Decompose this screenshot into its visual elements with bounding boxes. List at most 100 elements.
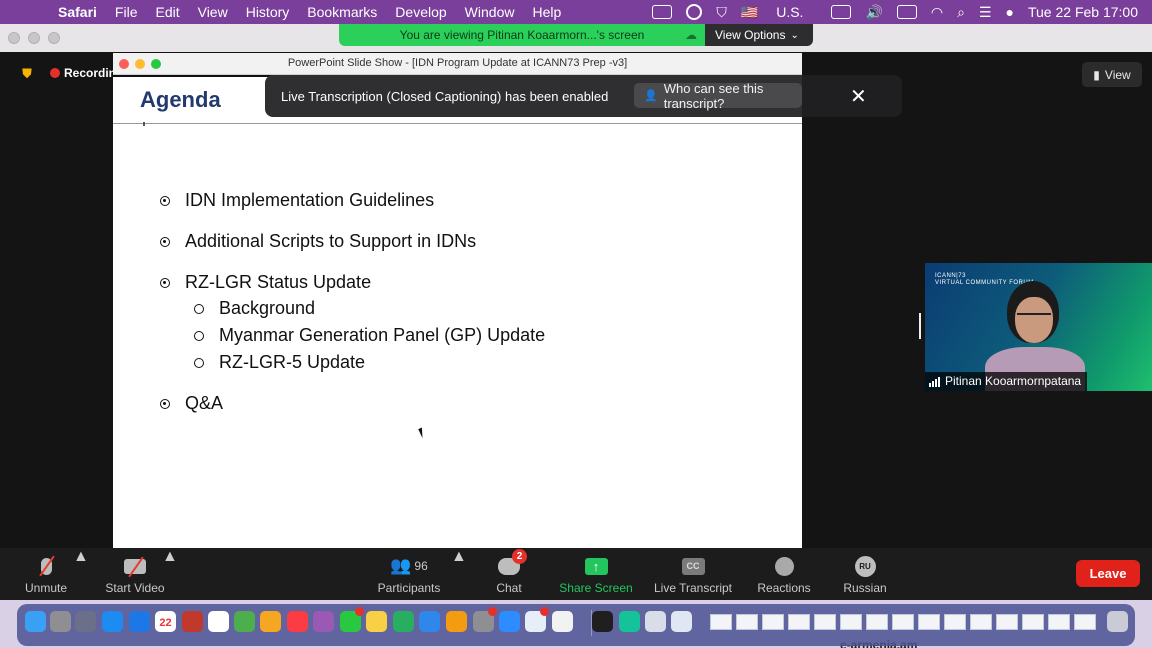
view-layout-button[interactable]: ▮ View [1082,62,1142,87]
window-zoom-button[interactable] [48,32,60,44]
share-screen-button[interactable]: ↑ Share Screen [557,548,635,600]
forum-logo-line1: ICANN|73 [935,273,966,279]
chat-button[interactable]: 2 Chat [490,548,528,600]
minimized-window-thumbnail[interactable] [736,614,758,630]
grammarly-icon[interactable] [619,611,640,632]
minimized-window-thumbnail[interactable] [1048,614,1070,630]
zoom-app-icon[interactable] [499,611,520,632]
speaker-video-tile[interactable]: ICANN|73 VIRTUAL COMMUNITY FORUM Pitinan… [925,263,1152,391]
agenda-item-text: Q&A [185,393,224,413]
who-can-see-label: Who can see this transcript? [663,80,764,111]
mission-control-icon[interactable] [75,611,96,632]
control-center-icon[interactable]: ☰ [979,4,992,21]
finder-icon[interactable] [25,611,46,632]
minimized-window-thumbnail[interactable] [840,614,862,630]
menu-help[interactable]: Help [532,4,561,20]
dock-badge-icon [488,607,497,616]
input-source-menu[interactable]: 🇺🇸 U.S. [741,4,818,21]
unmute-label: Unmute [24,581,68,595]
participants-button[interactable]: 👥 96 Participants [372,548,446,600]
music-icon[interactable] [287,611,308,632]
terminal-icon[interactable] [592,611,613,632]
ppt-close-icon [119,59,129,69]
reminders-icon[interactable] [208,611,229,632]
menu-edit[interactable]: Edit [155,4,179,20]
minimized-window-thumbnail[interactable] [996,614,1018,630]
minimized-window-thumbnail[interactable] [710,614,732,630]
chat-icon: 2 [498,548,527,575]
leave-meeting-button[interactable]: Leave [1076,560,1140,587]
minimized-window-thumbnail[interactable] [944,614,966,630]
podcasts-icon[interactable] [313,611,334,632]
participants-caret-icon[interactable]: ▲ [451,548,467,600]
dictionary-icon[interactable] [182,611,203,632]
live-transcript-button[interactable]: CC Live Transcript [650,548,736,600]
textedit-icon[interactable] [552,611,573,632]
start-video-button[interactable]: Start Video [100,548,170,600]
numbers-icon[interactable] [393,611,414,632]
audio-options-caret-icon[interactable]: ▲ [73,548,89,600]
menu-bookmarks[interactable]: Bookmarks [307,4,377,20]
view-options-button[interactable]: View Options ⌄ [705,24,813,46]
menu-view[interactable]: View [198,4,228,20]
minimized-window-thumbnail[interactable] [866,614,888,630]
reactions-button[interactable]: Reactions [754,548,814,600]
battery-icon[interactable] [896,5,917,19]
menu-clock[interactable]: Tue 22 Feb 17:00 [1028,4,1138,20]
notes-icon[interactable] [366,611,387,632]
interpretation-language-button[interactable]: RU Russian [840,548,890,600]
launchpad-icon[interactable] [50,611,71,632]
menu-develop[interactable]: Develop [395,4,446,20]
minimized-window-thumbnail[interactable] [1074,614,1096,630]
volume-icon[interactable]: 🔊 [865,4,882,21]
minimized-window-thumbnail[interactable] [788,614,810,630]
video-panel-resize-handle[interactable] [919,313,921,339]
agenda-subitem-text: Myanmar Generation Panel (GP) Update [219,325,546,345]
keyboard-icon[interactable] [831,5,852,19]
sub-bullet-icon [194,330,204,341]
cloud-icon[interactable]: ☁ [685,28,697,42]
siri-icon[interactable]: ● [1006,4,1014,20]
who-can-see-transcript-button[interactable]: 👤 Who can see this transcript? [634,80,802,111]
minimized-window-thumbnail[interactable] [1022,614,1044,630]
grammarly-status-icon[interactable] [686,4,703,20]
window-minimize-button[interactable] [28,32,40,44]
safari-icon[interactable] [102,611,123,632]
window-close-button[interactable] [8,32,20,44]
minimized-window-thumbnail[interactable] [762,614,784,630]
maps-icon[interactable] [234,611,255,632]
agenda-sub-bullet: Myanmar Generation Panel (GP) Update [194,325,545,346]
video-options-caret-icon[interactable]: ▲ [162,548,178,600]
menu-app-safari[interactable]: Safari [58,4,97,20]
app-store-icon[interactable] [129,611,150,632]
caption-notice-close-button[interactable]: ✕ [802,75,902,117]
wifi-icon[interactable]: ◠ [931,4,943,21]
unmute-button[interactable]: Unmute [18,548,74,600]
downloads-folder-icon[interactable] [671,611,692,632]
ppt-window-titlebar: PowerPoint Slide Show - [IDN Program Upd… [113,53,802,75]
bullet-icon [160,277,170,288]
keynote-icon[interactable] [419,611,440,632]
screen: Safari File Edit View History Bookmarks … [0,0,1152,648]
chat-unread-badge: 2 [512,548,527,564]
photos-icon[interactable] [260,611,281,632]
language-ru-icon: RU [854,555,876,577]
record-dot-icon [50,68,60,78]
chevron-down-icon: ⌄ [790,29,799,41]
minimized-window-thumbnail[interactable] [814,614,836,630]
trash-icon[interactable] [1107,611,1128,632]
vpn-status-icon[interactable]: ⛉ [716,4,727,21]
menu-history[interactable]: History [246,4,290,20]
pages-icon[interactable] [446,611,467,632]
minimized-window-thumbnail[interactable] [892,614,914,630]
spotlight-search-icon[interactable]: ⌕ [957,4,965,21]
menu-window[interactable]: Window [465,4,515,20]
preview-icon[interactable] [645,611,666,632]
zoom-status-icon[interactable] [652,5,673,19]
calendar-icon[interactable]: 22 [155,611,176,632]
caption-notice-text: Live Transcription (Closed Captioning) h… [281,88,609,104]
security-shield-icon[interactable]: ⛊ [14,63,40,85]
minimized-window-thumbnail[interactable] [970,614,992,630]
minimized-window-thumbnail[interactable] [918,614,940,630]
menu-file[interactable]: File [115,4,138,20]
